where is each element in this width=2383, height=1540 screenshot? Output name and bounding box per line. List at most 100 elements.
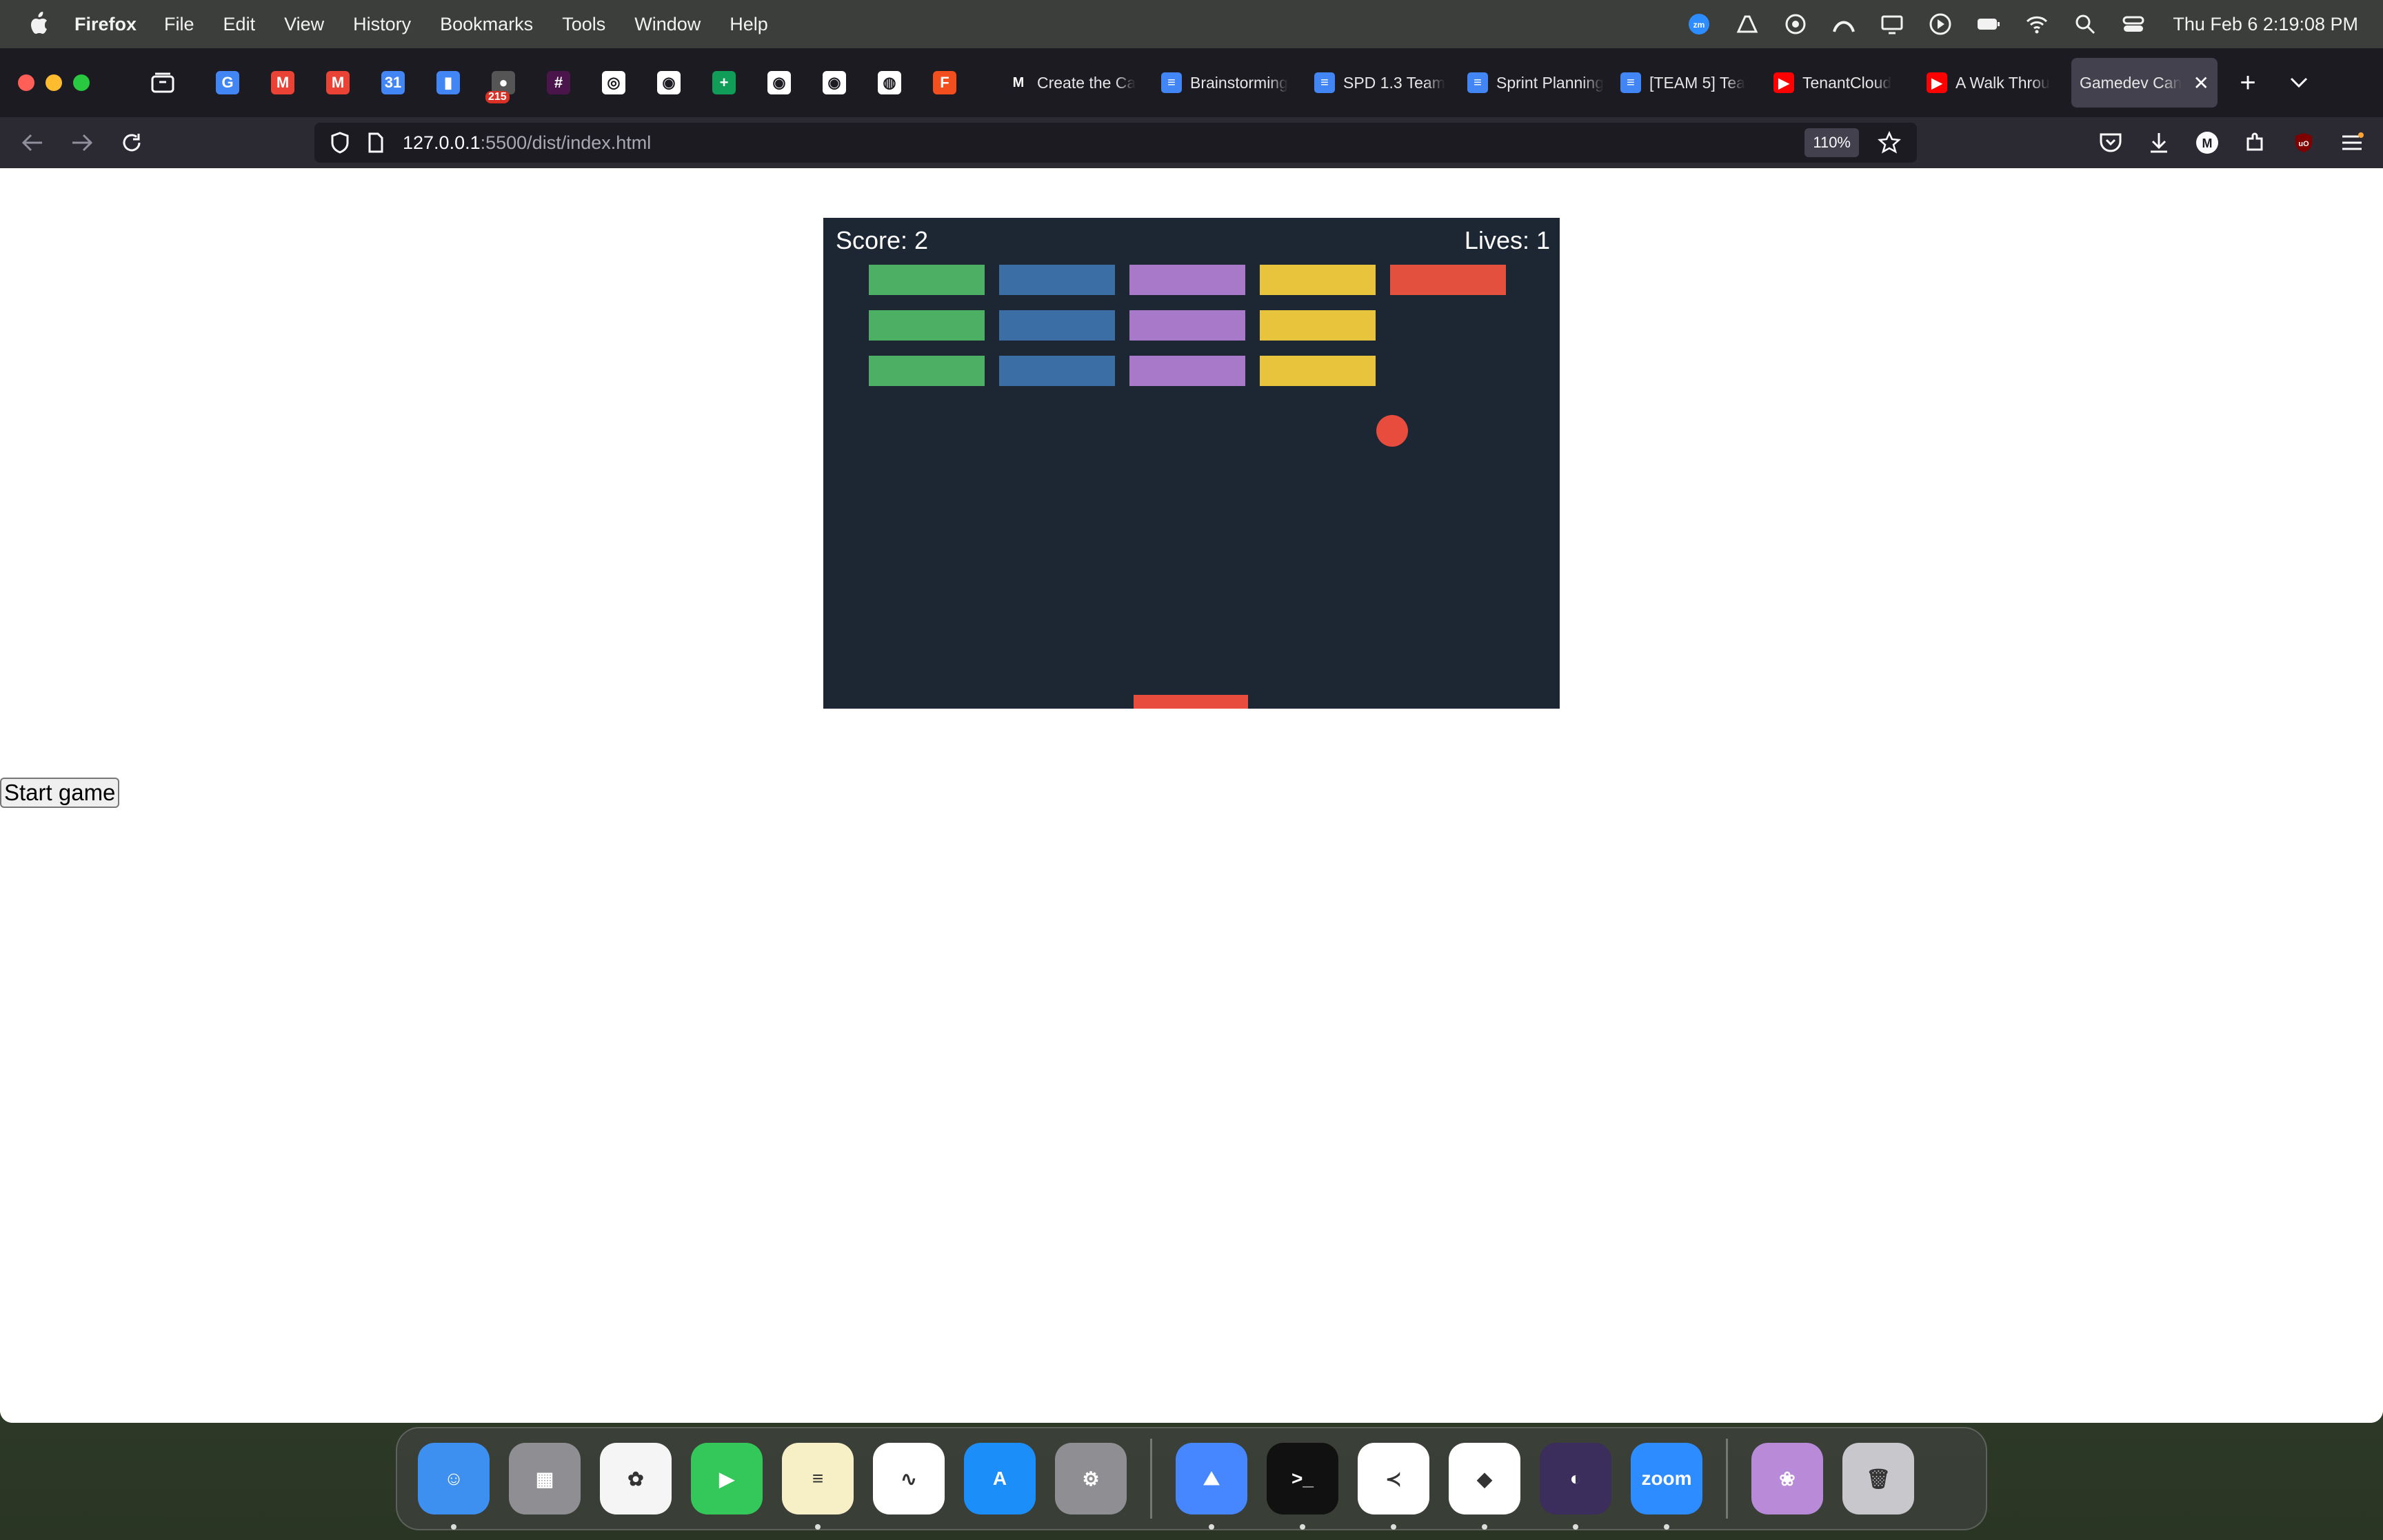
zoom-window-button[interactable]	[73, 74, 90, 91]
pinned-tab[interactable]: #	[531, 55, 586, 110]
ball	[1376, 415, 1408, 447]
account-avatar-icon[interactable]: M	[2183, 123, 2231, 163]
dock-nordvpn-icon[interactable]: ⛰	[1176, 1443, 1247, 1530]
pinned-tab[interactable]: ▮	[421, 55, 476, 110]
page-info-icon[interactable]	[365, 132, 386, 153]
brick	[1260, 265, 1376, 295]
reload-icon[interactable]	[112, 123, 152, 163]
pinned-tab[interactable]: ◉	[807, 55, 862, 110]
tracking-protection-icon[interactable]	[328, 131, 352, 154]
github-icon: ◉	[823, 71, 846, 94]
display-icon[interactable]	[1880, 12, 1904, 36]
pinned-tab[interactable]: ● 215	[476, 55, 531, 110]
game-canvas[interactable]: Score: 2 Lives: 1	[823, 218, 1560, 709]
pinned-tab[interactable]: ◉	[641, 55, 696, 110]
dock-system-settings-icon[interactable]: ⚙	[1055, 1443, 1127, 1514]
tab[interactable]: ≡ Sprint Planning	[1459, 58, 1612, 108]
brick	[1260, 310, 1376, 341]
new-tab-button[interactable]: +	[2227, 62, 2269, 103]
paddle	[1134, 695, 1248, 709]
menu-history[interactable]: History	[353, 14, 411, 35]
dock-firefox-icon[interactable]: ◐	[1540, 1443, 1611, 1530]
pinned-tab[interactable]: +	[696, 55, 752, 110]
running-indicator	[1209, 1524, 1214, 1530]
dock-zoom-icon[interactable]: zoom	[1631, 1443, 1702, 1530]
running-indicator	[1300, 1524, 1305, 1530]
extensions-icon[interactable]	[2231, 123, 2280, 163]
svg-text:M: M	[2202, 136, 2213, 150]
figma-icon: F	[933, 71, 956, 94]
dock-terminal-icon[interactable]: >_	[1267, 1443, 1338, 1530]
wifi-icon[interactable]	[2025, 12, 2049, 36]
vpn-icon[interactable]	[1832, 12, 1856, 36]
dock-photos-icon[interactable]: ✿	[600, 1443, 672, 1514]
menu-app-name[interactable]: Firefox	[74, 14, 137, 35]
zoom-level-badge[interactable]: 110%	[1804, 128, 1859, 157]
tab-active[interactable]: Gamedev Can ✕	[2071, 58, 2218, 108]
tab[interactable]: M Create the Ca	[1000, 58, 1153, 108]
back-icon[interactable]	[12, 123, 52, 163]
pinned-tab[interactable]: 31	[365, 55, 421, 110]
brick	[1129, 356, 1245, 386]
app-menu-icon[interactable]	[2328, 123, 2376, 163]
bookmark-star-icon[interactable]	[1876, 129, 1903, 156]
tab[interactable]: ≡ [TEAM 5] Tea	[1612, 58, 1765, 108]
running-indicator	[1664, 1524, 1669, 1530]
dock-facetime-icon[interactable]: ▶	[691, 1443, 763, 1514]
spotlight-icon[interactable]	[2073, 12, 2097, 36]
pinned-tab[interactable]: ◉	[752, 55, 807, 110]
dock-notes-icon[interactable]: ≡	[782, 1443, 854, 1530]
list-all-tabs-icon[interactable]	[2278, 62, 2320, 103]
minimize-window-button[interactable]	[46, 74, 62, 91]
nav-bar: 127.0.0.1:5500/dist/index.html 110% M uO	[0, 117, 2383, 168]
menu-bookmarks[interactable]: Bookmarks	[440, 14, 533, 35]
brick	[999, 310, 1115, 341]
tab[interactable]: ▶ TenantCloud	[1765, 58, 1918, 108]
url-text[interactable]: 127.0.0.1:5500/dist/index.html	[403, 132, 651, 154]
dock-launchpad-icon[interactable]: ▦	[509, 1443, 581, 1514]
ublock-origin-icon[interactable]: uO	[2280, 123, 2328, 163]
tab[interactable]: ≡ SPD 1.3 Team	[1306, 58, 1459, 108]
drive-icon[interactable]	[1736, 12, 1759, 36]
dock-app-store-icon[interactable]: A	[964, 1443, 1036, 1514]
brick	[999, 265, 1115, 295]
brick	[869, 265, 985, 295]
dock-brave-icon[interactable]: ◆	[1449, 1443, 1520, 1530]
tab-label: Sprint Planning	[1496, 73, 1604, 92]
close-tab-icon[interactable]: ✕	[2193, 72, 2209, 94]
battery-icon[interactable]	[1977, 12, 2000, 36]
screen-record-icon[interactable]	[1784, 12, 1807, 36]
pinned-tab[interactable]: M	[310, 55, 365, 110]
firefox-view-icon[interactable]	[143, 63, 182, 102]
close-window-button[interactable]	[18, 74, 34, 91]
menu-edit[interactable]: Edit	[223, 14, 256, 35]
pinned-tab[interactable]: G	[200, 55, 255, 110]
pinned-tab[interactable]: ◎	[586, 55, 641, 110]
pinned-tabs: G M M 31 ▮ ● 215 # ◎ ◉ + ◉ ◉ ◍ F	[200, 55, 972, 110]
apple-menu-icon[interactable]	[25, 10, 52, 38]
pocket-icon[interactable]	[2087, 123, 2135, 163]
start-game-button[interactable]: Start game	[0, 778, 120, 808]
dock-wallpaper-preview-icon[interactable]: ❀	[1751, 1443, 1823, 1514]
pinned-tab[interactable]: ◍	[862, 55, 917, 110]
dock-freeform-icon[interactable]: ∿	[873, 1443, 945, 1514]
forward-icon[interactable]	[62, 123, 102, 163]
menu-window[interactable]: Window	[634, 14, 701, 35]
control-center-icon[interactable]	[2122, 12, 2145, 36]
menu-file[interactable]: File	[164, 14, 194, 35]
dock-trash-icon[interactable]: 🗑	[1842, 1443, 1914, 1514]
play-icon[interactable]	[1929, 12, 1952, 36]
tab[interactable]: ≡ Brainstorming	[1153, 58, 1306, 108]
pinned-tab[interactable]: M	[255, 55, 310, 110]
tab[interactable]: ▶ A Walk Throu	[1918, 58, 2071, 108]
dock-finder-icon[interactable]: ☺	[418, 1443, 490, 1530]
dock-vscode-icon[interactable]: ≺	[1358, 1443, 1429, 1530]
pinned-tab[interactable]: F	[917, 55, 972, 110]
menu-tools[interactable]: Tools	[562, 14, 605, 35]
menu-view[interactable]: View	[284, 14, 324, 35]
menu-clock[interactable]: Thu Feb 6 2:19:08 PM	[2173, 14, 2358, 35]
downloads-icon[interactable]	[2135, 123, 2183, 163]
url-bar[interactable]: 127.0.0.1:5500/dist/index.html 110%	[314, 123, 1917, 163]
menu-help[interactable]: Help	[730, 14, 768, 35]
zoom-icon[interactable]: zm	[1687, 12, 1711, 36]
